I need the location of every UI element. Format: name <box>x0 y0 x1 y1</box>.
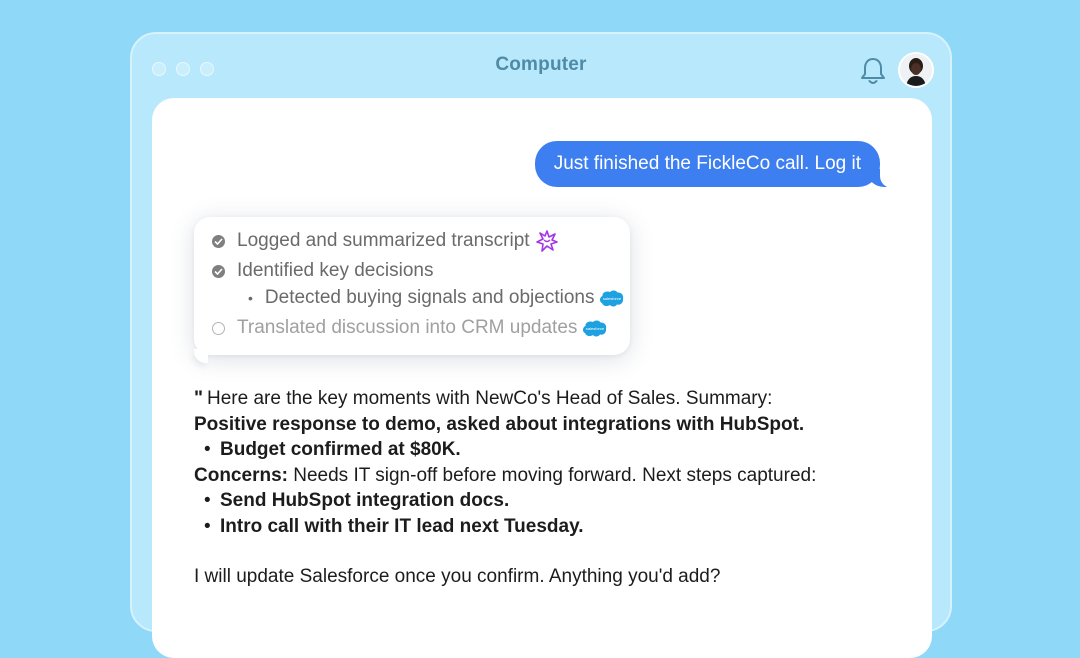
window-title: Computer <box>495 54 587 75</box>
user-avatar[interactable] <box>898 52 934 88</box>
bullet: • <box>248 290 253 306</box>
task-item: Identified key decisions <box>212 260 433 282</box>
task-item: Translated discussion into CRM updates s… <box>212 317 607 339</box>
reply-concerns-label: Concerns: <box>194 464 288 486</box>
task-item: Logged and summarized transcript <box>212 230 558 252</box>
salesforce-icon: salesforce <box>583 320 607 336</box>
svg-text:salesforce: salesforce <box>586 326 605 331</box>
task-label: Identified key decisions <box>237 260 434 281</box>
sparkle-icon <box>535 230 558 252</box>
reply-concerns-text: Needs IT sign-off before moving forward.… <box>287 464 817 486</box>
reply-closing: I will update Salesforce once you confir… <box>194 566 721 587</box>
chat-panel: Just finished the FickleCo call. Log it … <box>152 98 932 658</box>
user-message-text: Just finished the FickleCo call. Log it <box>553 153 861 174</box>
assistant-reply: " Here are the key moments with NewCo's H… <box>194 386 854 590</box>
reply-step-1: Send HubSpot integration docs. <box>220 490 510 511</box>
quote-icon: " <box>194 388 204 409</box>
task-progress-card: Logged and summarized transcript Identif… <box>194 217 630 363</box>
svg-text:salesforce: salesforce <box>603 296 622 301</box>
reply-budget: Budget confirmed at $80K. <box>220 439 461 460</box>
task-label: Translated discussion into CRM updates <box>237 317 578 338</box>
reply-intro: Here are the key moments with NewCo's He… <box>207 388 773 409</box>
check-icon <box>212 234 225 248</box>
reply-step-2: Intro call with their IT lead next Tuesd… <box>220 515 584 537</box>
salesforce-icon: salesforce <box>600 290 624 306</box>
task-subitem: • Detected buying signals and objections… <box>212 287 624 309</box>
user-message-bubble: Just finished the FickleCo call. Log it <box>534 141 898 188</box>
check-icon <box>212 264 225 278</box>
pending-circle-icon <box>212 321 225 335</box>
reply-positive: Positive response to demo, asked about i… <box>194 413 805 435</box>
app-window: Computer Just finished the FickleCo call… <box>130 32 952 658</box>
bell-icon[interactable] <box>859 56 887 86</box>
task-label: Detected buying signals and objections <box>264 287 595 308</box>
task-label: Logged and summarized transcript <box>237 230 530 251</box>
